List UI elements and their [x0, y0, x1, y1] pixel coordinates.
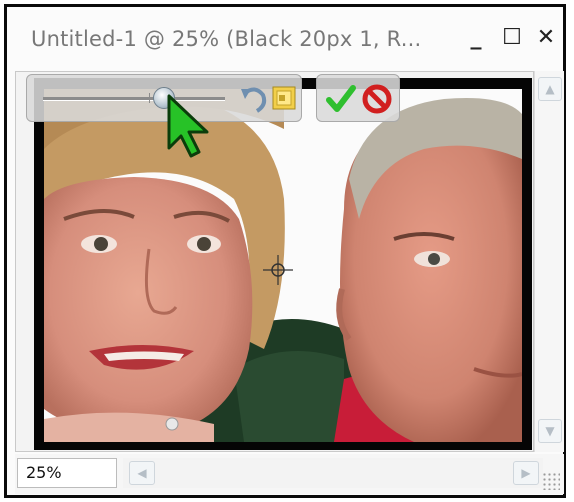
scroll-right-icon[interactable]: ▶	[513, 461, 539, 485]
status-bar: 25% ◀ ▶	[15, 454, 564, 494]
scroll-left-icon[interactable]: ◀	[129, 461, 155, 485]
scroll-up-icon[interactable]: ▲	[538, 77, 562, 101]
cancel-icon[interactable]	[361, 83, 393, 115]
commit-toolbar	[316, 74, 400, 122]
minimize-button[interactable]: _	[463, 25, 489, 51]
window-title: Untitled-1 @ 25% (Black 20px 1, R...	[31, 27, 422, 51]
slider-tick	[149, 93, 150, 103]
mouse-pointer-icon	[167, 94, 209, 158]
title-bar[interactable]: Untitled-1 @ 25% (Black 20px 1, R... _ ☐…	[7, 7, 563, 71]
horizontal-scrollbar[interactable]: ◀ ▶	[123, 458, 543, 488]
scroll-down-icon[interactable]: ▼	[538, 419, 562, 443]
close-button[interactable]: ✕	[533, 25, 559, 51]
maximize-button[interactable]: ☐	[499, 25, 525, 51]
crosshair-icon	[263, 255, 293, 285]
canvas-zoom-toolbar	[26, 74, 302, 122]
commit-check-icon[interactable]	[325, 83, 357, 115]
fit-to-window-icon[interactable]	[271, 83, 299, 113]
vertical-scrollbar[interactable]: ▲ ▼	[534, 71, 564, 452]
zoom-level-field[interactable]: 25%	[17, 458, 117, 488]
reset-rotate-icon[interactable]	[239, 83, 269, 115]
resize-grip-icon[interactable]	[542, 472, 560, 490]
